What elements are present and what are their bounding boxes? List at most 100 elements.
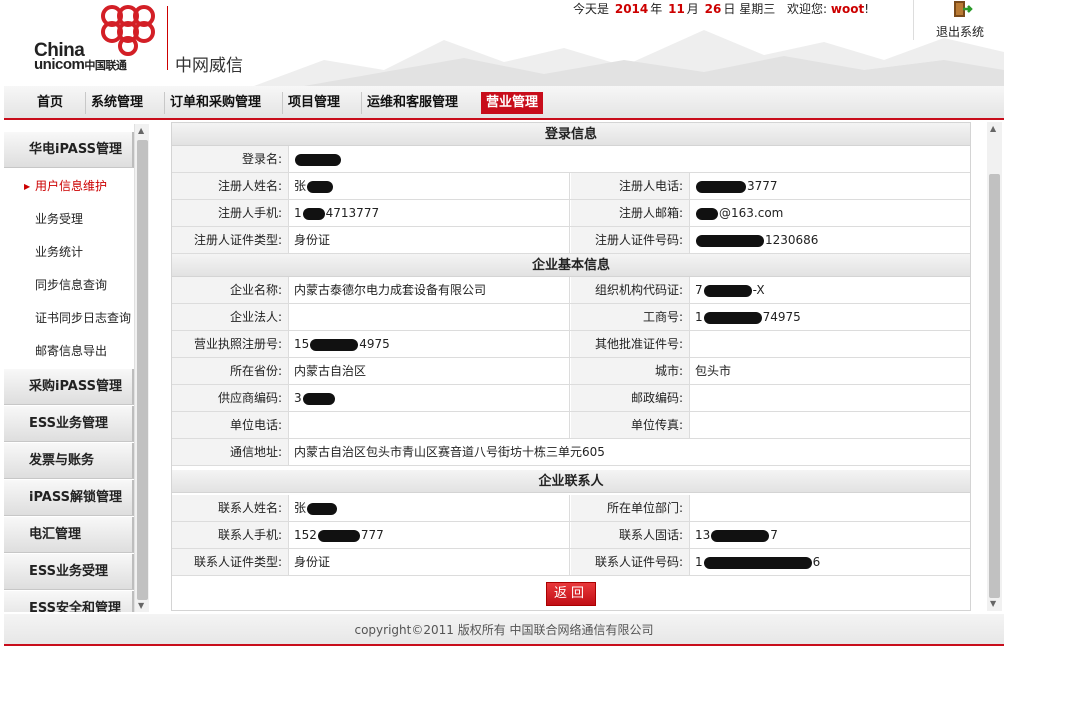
field-label: 注册人姓名: (172, 173, 289, 199)
postal-code-value (691, 385, 970, 411)
detail-panel: 登录信息 登录名: 注册人姓名: 张 注册人电话: 3777 注册人手机: 14… (171, 122, 971, 611)
field-label: 联系人手机: (172, 522, 289, 548)
main-nav: 首页 系统管理 订单和采购管理 项目管理 运维和客服管理 营业管理 (4, 86, 1004, 120)
redaction-mark (302, 207, 325, 220)
reg-id-no-value: 1230686 (691, 227, 970, 253)
nav-system[interactable]: 系统管理 (85, 92, 148, 114)
sidebar-group-ess-business[interactable]: ESS业务管理 (4, 406, 134, 442)
back-button[interactable]: 返回 (546, 582, 596, 606)
field-label: 通信地址: (172, 439, 289, 465)
scroll-up-icon[interactable]: ▲ (138, 126, 144, 135)
sidebar-item-business-accept[interactable]: 业务受理 (4, 203, 134, 236)
username: woot (830, 2, 865, 16)
other-cert-value (691, 331, 970, 357)
scroll-up-icon[interactable]: ▲ (990, 124, 996, 133)
nav-business[interactable]: 营业管理 (481, 92, 544, 114)
biz-no-value: 1 74975 (695, 310, 801, 324)
company-name-value: 内蒙古泰德尔电力成套设备有限公司 (290, 277, 570, 303)
redaction-mark (703, 311, 762, 324)
table-row: 通信地址: 内蒙古自治区包头市青山区赛音道八号街坊十栋三单元605 (172, 439, 970, 466)
sidebar-group-wire-transfer[interactable]: 电汇管理 (4, 517, 134, 553)
field-label: 供应商编码: (172, 385, 289, 411)
table-row: 注册人证件类型: 身份证 注册人证件号码: 1230686 (172, 227, 970, 254)
sidebar-scrollbar[interactable]: ▲ ▼ (134, 124, 149, 612)
field-label: 单位传真: (571, 412, 690, 438)
table-row: 登录名: (172, 146, 970, 173)
redaction-mark (703, 284, 752, 297)
sidebar-group-huadian-ipass[interactable]: 华电iPASS管理 (4, 132, 134, 168)
reg-mobile-value: 1 4713777 (290, 200, 570, 226)
exit-door-icon (954, 1, 973, 17)
field-label: 联系人固话: (571, 522, 690, 548)
contact-id-no-value: 16 (695, 555, 821, 569)
redaction-mark (307, 502, 338, 515)
redaction-mark (696, 234, 764, 247)
supplier-code-value: 3 (290, 385, 570, 411)
province-value: 内蒙古自治区 (290, 358, 570, 384)
legal-person-value (290, 304, 570, 330)
section-title-company: 企业基本信息 (172, 254, 970, 277)
contact-dept-value (691, 495, 970, 521)
logout-button[interactable]: 退出系统 (913, 0, 1003, 40)
table-row: 单位电话: 单位传真: (172, 412, 970, 439)
sidebar-group-purchase-ipass[interactable]: 采购iPASS管理 (4, 369, 134, 405)
scroll-down-icon[interactable]: ▼ (990, 599, 996, 608)
nav-home[interactable]: 首页 (32, 92, 68, 114)
field-label: 注册人邮箱: (571, 200, 690, 226)
date-welcome-line: 今天是 2014 年 11 月 26 日 星期三 欢迎您: woot! (573, 2, 870, 16)
contact-mobile-value: 152 777 (290, 522, 570, 548)
field-label: 企业名称: (172, 277, 289, 303)
company-phone-value (290, 412, 570, 438)
sidebar-group-ess-accept[interactable]: ESS业务受理 (4, 554, 134, 590)
logo-divider (167, 6, 168, 70)
field-label: 企业法人: (172, 304, 289, 330)
redaction-mark (310, 338, 359, 351)
table-row: 企业名称: 内蒙古泰德尔电力成套设备有限公司 组织机构代码证: 7 -X (172, 277, 970, 304)
field-label: 注册人证件号码: (571, 227, 690, 253)
footer-copyright: copyright©2011 版权所有 中国联合网络通信有限公司 (4, 614, 1004, 646)
sidebar-group-ess-security[interactable]: ESS安全和管理 (4, 591, 134, 612)
header: China unicom中国联通 中网威信 今天是 2014 年 11 月 26 日 … (4, 0, 1004, 86)
redaction-mark (317, 529, 360, 542)
sidebar-item-business-stats[interactable]: 业务统计 (4, 236, 134, 269)
active-arrow-icon: ▶ (24, 182, 31, 191)
license-no-value: 15 4975 (290, 331, 570, 357)
reg-email-value: @163.com (691, 200, 970, 226)
sidebar-group-ipass-unlock[interactable]: iPASS解锁管理 (4, 480, 134, 516)
redaction-mark (302, 392, 335, 405)
contact-tel-value: 13 7 (695, 528, 778, 542)
company-fax-value (691, 412, 970, 438)
sidebar-item-sync-query[interactable]: 同步信息查询 (4, 269, 134, 302)
field-label: 联系人姓名: (172, 495, 289, 521)
sidebar-scroll-thumb[interactable] (137, 140, 148, 600)
content-scrollbar[interactable]: ▲ ▼ (987, 122, 1002, 611)
field-label: 注册人电话: (571, 173, 690, 199)
field-label: 组织机构代码证: (571, 277, 690, 303)
table-row: 企业法人: 工商号: 1 74975 (172, 304, 970, 331)
redaction-mark (696, 207, 718, 220)
redaction-mark (711, 529, 770, 542)
field-label: 邮政编码: (571, 385, 690, 411)
table-row: 联系人证件类型: 身份证 联系人证件号码: 16 (172, 549, 970, 576)
scroll-down-icon[interactable]: ▼ (138, 601, 144, 610)
nav-project[interactable]: 项目管理 (282, 92, 345, 114)
field-label: 登录名: (172, 146, 289, 172)
nav-order[interactable]: 订单和采购管理 (164, 92, 266, 114)
sidebar-group-invoice[interactable]: 发票与账务 (4, 443, 134, 479)
sidebar: 华电iPASS管理 ▶ 用户信息维护 业务受理 业务统计 同步信息查询 证书同步… (4, 124, 149, 612)
sidebar-item-mail-export[interactable]: 邮寄信息导出 (4, 335, 134, 368)
sidebar-item-user-info[interactable]: ▶ 用户信息维护 (4, 170, 134, 203)
sidebar-item-cert-sync-log[interactable]: 证书同步日志查询 (4, 302, 134, 335)
table-row: 联系人手机: 152 777 联系人固话: 13 7 (172, 522, 970, 549)
field-label: 其他批准证件号: (571, 331, 690, 357)
table-row: 注册人手机: 1 4713777 注册人邮箱: @163.com (172, 200, 970, 227)
section-title-login: 登录信息 (172, 123, 970, 146)
logo-unicom-text: unicom中国联通 (34, 56, 127, 73)
table-row: 供应商编码: 3 邮政编码: (172, 385, 970, 412)
table-row: 所在省份: 内蒙古自治区 城市: 包头市 (172, 358, 970, 385)
nav-ops[interactable]: 运维和客服管理 (361, 92, 463, 114)
content-scroll-thumb[interactable] (989, 174, 1000, 598)
reg-name-value: 张 (290, 173, 570, 199)
redaction-mark (703, 556, 812, 569)
reg-id-type-value: 身份证 (290, 227, 570, 253)
